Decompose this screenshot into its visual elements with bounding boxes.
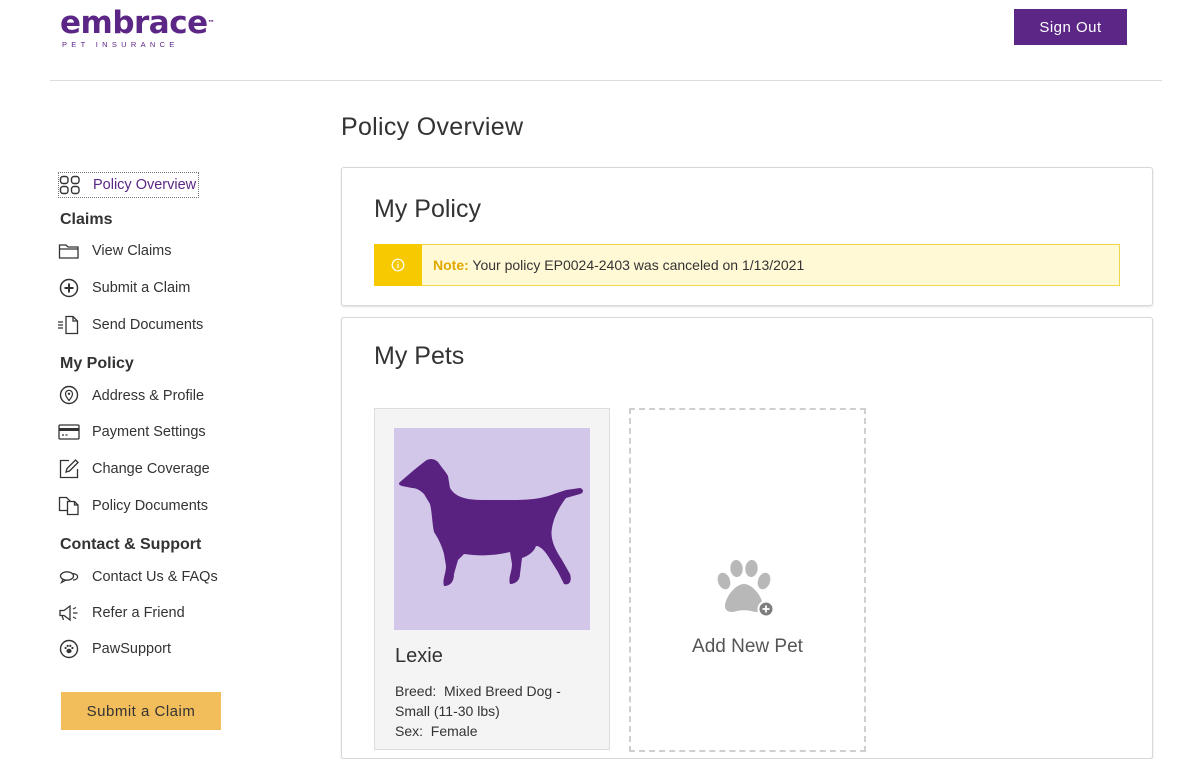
add-new-pet-label: Add New Pet	[692, 636, 803, 657]
plus-circle-icon	[58, 277, 80, 299]
folder-icon	[58, 240, 80, 262]
page-title: Policy Overview	[341, 113, 524, 141]
sex-value: Female	[430, 723, 478, 739]
breed-label: Breed:	[395, 683, 437, 699]
sidebar-item-contact-us[interactable]: Contact Us & FAQs	[58, 565, 218, 589]
sidebar-item-label: Policy Documents	[92, 498, 209, 514]
my-pets-card: My Pets Lexie Breed: Mixed Breed Dog - S…	[341, 317, 1153, 759]
pet-sex-row: Sex: Female	[395, 721, 595, 741]
contact-support-heading: Contact & Support	[60, 536, 202, 553]
info-icon	[374, 244, 422, 286]
note-label: Note:	[433, 257, 469, 273]
sidebar-item-pawsupport[interactable]: PawSupport	[58, 637, 171, 661]
sidebar-item-label: Policy Overview	[93, 177, 197, 193]
sex-label: Sex:	[395, 723, 424, 739]
pet-photo	[394, 428, 590, 630]
sidebar-item-refer-friend[interactable]: Refer a Friend	[58, 601, 185, 625]
paw-circle-icon	[58, 638, 80, 660]
claims-heading: Claims	[60, 211, 113, 228]
edit-icon	[58, 458, 80, 480]
cancellation-note: Note: Your policy EP0024-2403 was cancel…	[374, 244, 1120, 286]
documents-icon	[58, 495, 80, 517]
sidebar-item-submit-claim[interactable]: Submit a Claim	[58, 276, 190, 300]
sidebar-item-label: Refer a Friend	[92, 605, 185, 621]
paw-add-icon	[717, 560, 775, 618]
header-divider	[50, 80, 1162, 81]
sign-out-button[interactable]: Sign Out	[1014, 9, 1127, 45]
credit-card-icon	[58, 421, 80, 443]
dog-silhouette-icon	[398, 459, 583, 586]
pet-details: Breed: Mixed Breed Dog - Small (11-30 lb…	[395, 681, 595, 741]
chat-bubbles-icon	[58, 566, 80, 588]
megaphone-icon	[58, 602, 80, 624]
sidebar-item-policy-overview[interactable]: Policy Overview	[58, 172, 200, 198]
grid-icon	[59, 174, 81, 196]
sidebar-item-payment-settings[interactable]: Payment Settings	[58, 420, 206, 444]
sidebar-item-label: View Claims	[92, 243, 172, 259]
location-pin-icon	[58, 385, 80, 407]
sidebar-item-label: Contact Us & FAQs	[92, 569, 218, 585]
add-new-pet-card[interactable]: Add New Pet	[629, 408, 866, 752]
logo-trademark: ™	[207, 19, 215, 27]
logo-text: embrace	[60, 5, 208, 41]
sidebar-item-view-claims[interactable]: View Claims	[58, 239, 172, 263]
my-policy-title: My Policy	[374, 195, 481, 223]
logo-subtitle: PET INSURANCE	[62, 40, 179, 49]
sidebar-item-policy-documents[interactable]: Policy Documents	[58, 494, 208, 518]
sidebar-item-label: Payment Settings	[92, 424, 206, 440]
sidebar-item-label: Change Coverage	[92, 461, 210, 477]
sidebar-item-label: Send Documents	[92, 317, 204, 333]
my-pets-title: My Pets	[374, 342, 465, 370]
sidebar-item-change-coverage[interactable]: Change Coverage	[58, 457, 210, 481]
sidebar-item-label: PawSupport	[92, 641, 171, 657]
pet-breed-row: Breed: Mixed Breed Dog - Small (11-30 lb…	[395, 681, 595, 721]
sidebar-submit-claim-button[interactable]: Submit a Claim	[61, 692, 221, 730]
pet-name: Lexie	[395, 645, 443, 667]
embrace-logo[interactable]: embrace™ PET INSURANCE	[60, 5, 215, 50]
sidebar-item-send-documents[interactable]: Send Documents	[58, 313, 203, 337]
pet-card-lexie[interactable]: Lexie Breed: Mixed Breed Dog - Small (11…	[374, 408, 610, 750]
sidebar-item-label: Address & Profile	[92, 388, 205, 404]
my-policy-heading: My Policy	[60, 355, 134, 372]
sidebar-item-label: Submit a Claim	[92, 280, 191, 296]
sidebar-item-address-profile[interactable]: Address & Profile	[58, 384, 204, 408]
note-message: Your policy EP0024-2403 was canceled on …	[472, 257, 805, 273]
send-document-icon	[58, 314, 80, 336]
my-policy-card: My Policy Note: Your policy EP0024-2403 …	[341, 167, 1153, 306]
